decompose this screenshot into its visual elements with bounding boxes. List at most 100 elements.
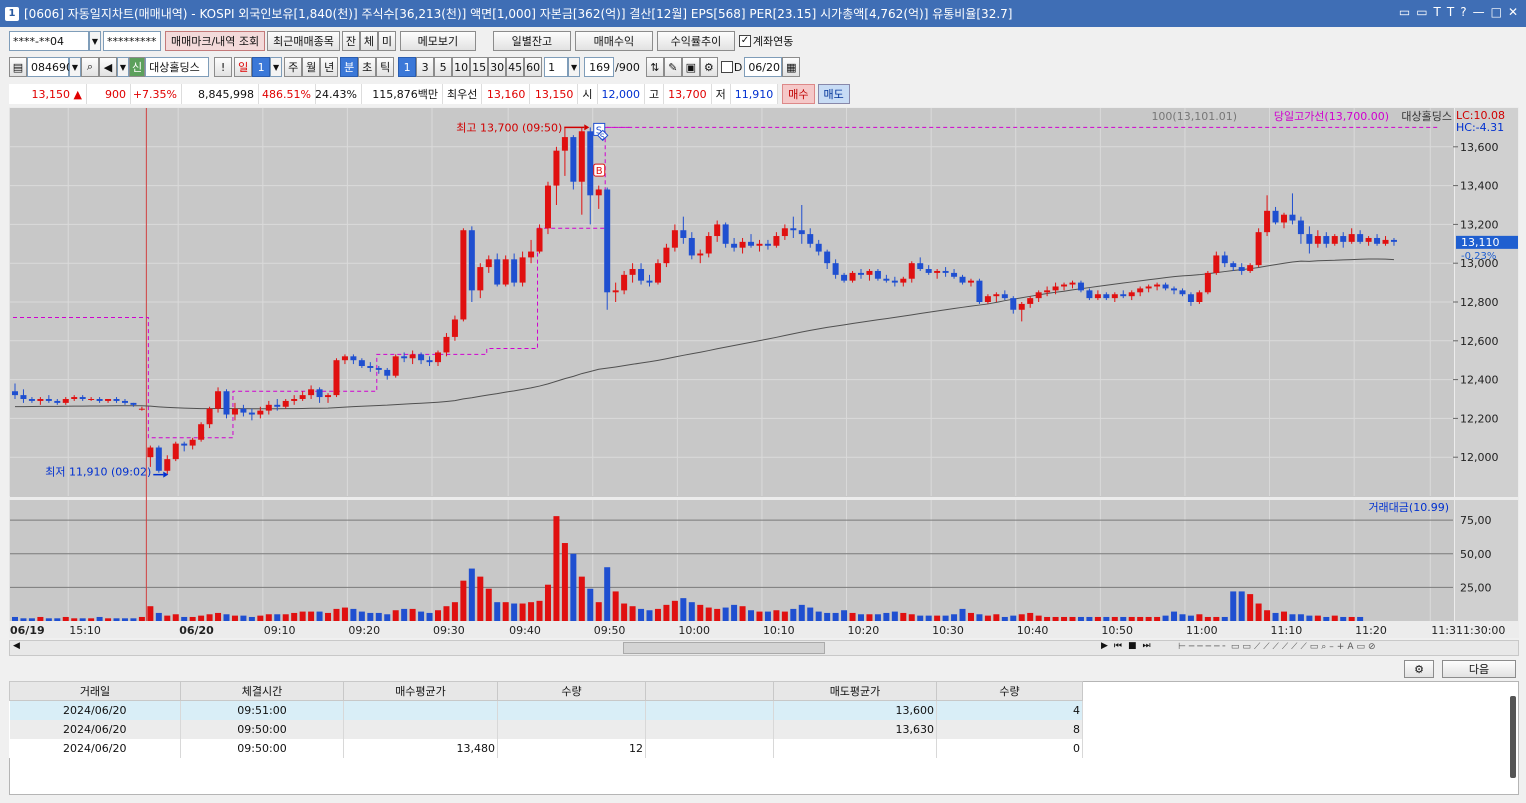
minute-60[interactable]: 60 bbox=[524, 57, 543, 77]
table-settings-button[interactable]: ⚙ bbox=[1404, 660, 1434, 678]
volume-bar bbox=[553, 516, 560, 621]
tool-icon[interactable]: ✎ bbox=[663, 57, 682, 77]
alert-button[interactable]: ! bbox=[214, 57, 233, 77]
volume-bar bbox=[409, 608, 416, 621]
table-row[interactable]: 2024/06/20 09:50:00 13,630 8 bbox=[9, 719, 1083, 739]
period-day[interactable]: 일 bbox=[234, 57, 253, 77]
scroll-thumb[interactable] bbox=[623, 642, 825, 654]
stock-code-dropdown[interactable]: ▼ bbox=[69, 57, 81, 77]
candle-body bbox=[409, 354, 416, 359]
period-second[interactable]: 초 bbox=[358, 57, 377, 77]
rewind-icon[interactable]: ⏮ bbox=[1114, 641, 1122, 651]
table-row[interactable]: 2024/06/20 09:50:00 13,480 12 0 bbox=[9, 738, 1083, 758]
volume-bar bbox=[502, 602, 509, 621]
minute-10[interactable]: 10 bbox=[452, 57, 471, 77]
next-button[interactable]: 다음 bbox=[1442, 660, 1516, 678]
volume-bar bbox=[375, 612, 382, 621]
stock-name-field[interactable]: 대상홀딩스 bbox=[145, 57, 210, 77]
volume-bar bbox=[900, 612, 907, 621]
indicator-icon[interactable]: ⇅ bbox=[645, 57, 664, 77]
chart-type-icon[interactable]: ▤ bbox=[9, 57, 27, 77]
volume-bar bbox=[1179, 614, 1186, 621]
candle-body bbox=[206, 408, 213, 425]
minute-3[interactable]: 3 bbox=[416, 57, 435, 77]
play-icon[interactable]: ▶ bbox=[1101, 641, 1108, 651]
cell-blank bbox=[645, 700, 774, 720]
speaker-dropdown[interactable]: ▼ bbox=[117, 57, 129, 77]
search-icon[interactable]: ⌕ bbox=[81, 57, 99, 77]
close-icon[interactable]: ✕ bbox=[1508, 5, 1518, 19]
table-row[interactable]: 2024/06/20 09:51:00 13,600 4 bbox=[9, 700, 1083, 720]
volume-bar bbox=[587, 588, 594, 621]
price-chart[interactable]: 13,60013,40013,20013,00012,80012,60012,4… bbox=[9, 107, 1519, 638]
account-link-checkbox[interactable]: ✓ 계좌연동 bbox=[738, 33, 793, 49]
period-month[interactable]: 월 bbox=[302, 57, 321, 77]
return-trend-button[interactable]: 수익률추이 bbox=[656, 31, 735, 51]
chart-scrollbar[interactable]: ◀ ▶ ⏮ ■ ⏭ ⊢────╴▭▭⟋⟋⟋⟋⟋⟋▭⌕–+A▭⊘ bbox=[9, 640, 1519, 656]
stock-code-input[interactable]: 084690 bbox=[27, 57, 73, 77]
candle-body bbox=[147, 447, 154, 458]
period-tick[interactable]: 틱 bbox=[376, 57, 395, 77]
account-input[interactable]: ****-**04 bbox=[9, 31, 89, 51]
recent-trades-button[interactable]: 최근매매종목 bbox=[267, 31, 340, 51]
trade-profit-button[interactable]: 매매수익 bbox=[574, 31, 653, 51]
help-icon[interactable]: ? bbox=[1460, 5, 1466, 19]
bar-count-input[interactable]: 169 bbox=[584, 57, 615, 77]
account-dropdown[interactable]: ▼ bbox=[89, 31, 101, 51]
restore-icon[interactable]: ▭ bbox=[1399, 5, 1410, 19]
calendar-icon[interactable]: ▦ bbox=[782, 57, 801, 77]
checkbox-icon[interactable]: ✓ bbox=[738, 35, 751, 47]
table-scrollbar[interactable] bbox=[1510, 696, 1516, 778]
minute-45[interactable]: 45 bbox=[506, 57, 525, 77]
volume-bar bbox=[333, 608, 340, 621]
zoom-tools[interactable]: ⊢────╴▭▭⟋⟋⟋⟋⟋⟋▭⌕–+A▭⊘ bbox=[1178, 642, 1518, 654]
cell-buy-qty bbox=[497, 719, 646, 739]
pin-icon[interactable]: T bbox=[1434, 5, 1441, 19]
period-day-dropdown[interactable]: ▼ bbox=[270, 57, 283, 77]
executed-button[interactable]: 체 bbox=[359, 31, 378, 51]
volume-bar bbox=[1247, 594, 1254, 621]
candle-body bbox=[1238, 267, 1245, 271]
volume-bar bbox=[62, 616, 69, 621]
unexecuted-button[interactable]: 미 bbox=[377, 31, 396, 51]
minute-5[interactable]: 5 bbox=[434, 57, 453, 77]
count-dropdown[interactable]: ▼ bbox=[568, 57, 581, 77]
candle-body bbox=[1204, 272, 1211, 293]
sell-button[interactable]: 매도 bbox=[817, 84, 850, 104]
date-input[interactable]: 06/20 bbox=[744, 57, 783, 77]
candle-body bbox=[1035, 292, 1042, 299]
settings-icon[interactable]: ⚙ bbox=[699, 57, 718, 77]
candle-body bbox=[485, 259, 492, 268]
memo-button[interactable]: 메모보기 bbox=[399, 31, 476, 51]
period-year[interactable]: 년 bbox=[320, 57, 339, 77]
minute-1[interactable]: 1 bbox=[398, 57, 417, 77]
date-checkbox[interactable] bbox=[720, 61, 733, 73]
daily-balance-button[interactable]: 일별잔고 bbox=[492, 31, 571, 51]
candle-body bbox=[714, 224, 721, 237]
minimize-icon[interactable]: — bbox=[1473, 5, 1485, 19]
scroll-left-icon[interactable]: ◀ bbox=[13, 641, 20, 651]
volume-bar bbox=[1137, 616, 1144, 621]
buy-button[interactable]: 매수 bbox=[782, 84, 815, 104]
minute-30[interactable]: 30 bbox=[488, 57, 507, 77]
period-minute[interactable]: 분 bbox=[340, 57, 359, 77]
stop-icon[interactable]: ■ bbox=[1128, 641, 1137, 651]
balance-button[interactable]: 잔 bbox=[341, 31, 360, 51]
forward-icon[interactable]: ⏭ bbox=[1143, 641, 1151, 651]
maximize-icon[interactable]: □ bbox=[1491, 5, 1502, 19]
volume-bar bbox=[155, 612, 162, 621]
password-input[interactable]: ********* bbox=[103, 31, 161, 51]
credit-badge: 신 bbox=[129, 57, 146, 77]
count-select[interactable]: 1 bbox=[544, 57, 569, 77]
period-week[interactable]: 주 bbox=[284, 57, 303, 77]
minute-15[interactable]: 15 bbox=[470, 57, 489, 77]
candle-body bbox=[654, 263, 661, 283]
font-icon[interactable]: T bbox=[1447, 5, 1454, 19]
tile-icon[interactable]: ▭ bbox=[1416, 5, 1427, 19]
save-icon[interactable]: ▣ bbox=[681, 57, 700, 77]
period-day-count[interactable]: 1 bbox=[252, 57, 271, 77]
candle-body bbox=[502, 259, 509, 285]
candle-body bbox=[1111, 294, 1118, 299]
trade-mark-button[interactable]: 매매마크/내역 조회 bbox=[165, 31, 266, 51]
speaker-icon[interactable]: ◀ bbox=[99, 57, 117, 77]
